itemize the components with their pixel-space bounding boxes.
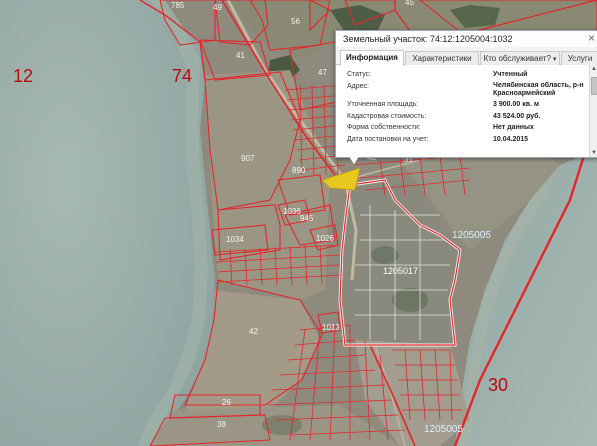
info-key: Адрес:: [347, 82, 369, 90]
info-value: 10.04.2015: [493, 135, 529, 143]
info-row-ownership: Форма собственности: Нет данных: [347, 123, 597, 134]
parcel-label: 38: [217, 420, 226, 429]
region-label-12: 12: [13, 66, 33, 86]
info-row-cadastral-value: Кадастровая стоимость: 43 524.00 руб.: [347, 112, 597, 123]
info-key: Уточненная площадь:: [347, 101, 419, 108]
info-value: Челябинская область, р-н Красноармейский: [493, 81, 584, 97]
parcel-label: 1034: [226, 235, 244, 244]
district-label: 1205005: [424, 424, 463, 435]
parcel-label: 907: [241, 154, 255, 163]
tab-label: Информация: [346, 53, 398, 62]
parcel-label: 890: [292, 166, 306, 175]
info-key: Форма собственности:: [347, 124, 421, 131]
info-key: Статус:: [347, 71, 372, 78]
parcel-label: 42: [249, 327, 258, 336]
info-key: Кадастровая стоимость:: [347, 112, 427, 120]
popup-title: Земельный участок: 74:12:1205004:1032: [343, 34, 513, 44]
chevron-down-icon: ▾: [552, 56, 557, 63]
tab-label: Характеристики: [412, 54, 472, 63]
parcel-label: 49: [213, 3, 222, 12]
parcel-info-popup[interactable]: Земельный участок: 74:12:1205004:1032 × …: [335, 30, 597, 158]
parcel-label: 1036: [283, 207, 301, 216]
info-value: 3 900.00 кв. м: [493, 101, 540, 108]
parcel-label: 47: [318, 68, 327, 77]
info-key: Дата постановки на учет:: [347, 135, 429, 143]
close-icon[interactable]: ×: [588, 31, 595, 46]
parcel-label: 56: [291, 17, 300, 26]
parcel-label: 945: [300, 214, 314, 223]
scrollbar-thumb[interactable]: [591, 77, 597, 95]
region-label-30: 30: [488, 375, 508, 395]
info-value: Учтенный: [493, 71, 528, 78]
parcel-label: 41: [236, 51, 245, 60]
highlighted-parcel-label: 1205017: [383, 266, 418, 276]
parcel-label: 785: [171, 1, 185, 10]
tab-label: Кто обслуживает?: [483, 54, 551, 63]
info-row-address: Адрес: Челябинская область, р-н Красноар…: [347, 82, 597, 100]
district-label: 1205005: [452, 230, 491, 241]
tab-information[interactable]: Информация: [340, 50, 404, 66]
region-label-74: 74: [172, 66, 192, 86]
scroll-up-icon[interactable]: ▲: [590, 65, 597, 73]
info-rows: Статус: Учтенный Адрес: Челябинская обла…: [336, 65, 597, 146]
popup-tabs: Информация Характеристики Кто обслуживае…: [336, 47, 597, 66]
popup-title-bar: Земельный участок: 74:12:1205004:1032 ×: [336, 31, 597, 47]
popup-scrollbar[interactable]: ▲ ▼: [589, 65, 597, 157]
parcel-label: 1013: [322, 323, 340, 332]
tab-services[interactable]: Услуги: [561, 51, 597, 65]
parcel-label: 45: [405, 0, 414, 7]
info-value: 43 524.00 руб.: [493, 112, 541, 120]
vegetation-spot: [392, 288, 428, 312]
scroll-down-icon[interactable]: ▼: [590, 149, 597, 157]
tab-label: Услуги: [567, 54, 593, 63]
info-value: Нет данных: [493, 124, 534, 131]
info-row-status: Статус: Учтенный: [347, 70, 597, 81]
info-row-registration-date: Дата постановки на учет: 10.04.2015: [347, 135, 597, 146]
tab-who-serves[interactable]: Кто обслуживает? ▾: [480, 51, 560, 65]
tab-characteristics[interactable]: Характеристики: [405, 51, 479, 65]
info-row-area: Уточненная площадь: 3 900.00 кв. м: [347, 100, 597, 111]
parcel-label: 26: [222, 398, 231, 407]
parcel-label: 1026: [316, 234, 334, 243]
popup-pointer: [348, 155, 360, 164]
